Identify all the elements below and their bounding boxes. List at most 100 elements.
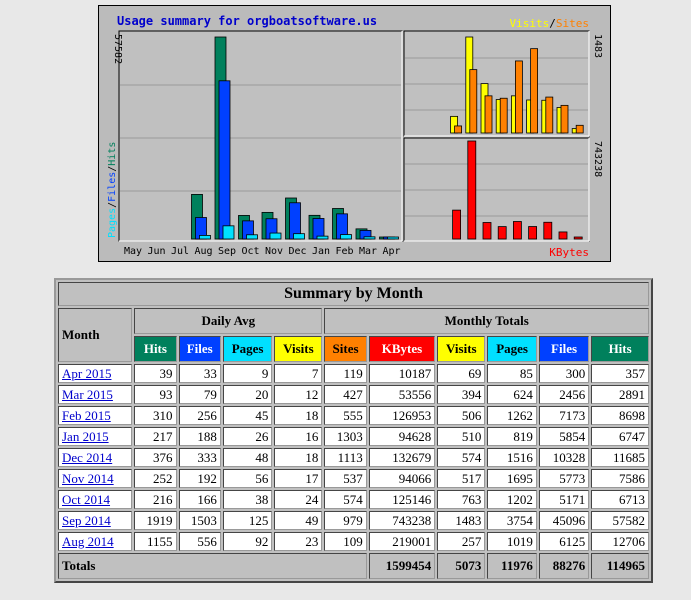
- table-cell: 12: [274, 385, 323, 404]
- table-row: Jan 2015 217 188 26 16 1303 94628 510 819 5854 674…: [58, 427, 649, 446]
- main-panel: [118, 30, 403, 242]
- monthly-col-kbytes: KBytes: [368, 336, 436, 362]
- table-cell: 574: [437, 448, 486, 467]
- month-link[interactable]: Sep 2014: [62, 513, 111, 528]
- table-cell: 7586: [591, 469, 649, 488]
- table-cell: 556: [178, 532, 221, 551]
- legend-sites: Sites: [556, 17, 589, 30]
- left-axis-label-part: Hits: [107, 142, 118, 166]
- table-cell: 1503: [178, 511, 221, 530]
- sites-bar: [514, 60, 523, 134]
- month-link[interactable]: Mar 2015: [62, 387, 113, 402]
- table-cell: 3754: [487, 511, 537, 530]
- table-cell: 119: [324, 364, 367, 383]
- kbytes-bar: [512, 221, 522, 240]
- kbytes-legend: KBytes: [549, 246, 589, 259]
- table-cell: 94628: [368, 427, 436, 446]
- table-cell: 45: [222, 406, 273, 425]
- table-cell: 69: [437, 364, 486, 383]
- table-cell: 574: [324, 490, 367, 509]
- month-cell: Mar 2015: [58, 385, 133, 404]
- table-cell: 2891: [591, 385, 649, 404]
- totals-cell: 1599454: [368, 553, 436, 579]
- month-tick-label: Aug: [194, 246, 212, 257]
- table-row: Oct 2014 216 166 38 24 574 125146 763 1202 5171 67…: [58, 490, 649, 509]
- month-cell: Feb 2015: [58, 406, 133, 425]
- month-link[interactable]: Aug 2014: [62, 534, 114, 549]
- table-cell: 6125: [538, 532, 590, 551]
- table-cell: 517: [437, 469, 486, 488]
- monthly-totals-header: Monthly Totals: [324, 308, 649, 334]
- table-cell: 555: [324, 406, 367, 425]
- table-cell: 39: [134, 364, 177, 383]
- sites-bar: [469, 69, 478, 134]
- totals-row: Totals 1599454 5073 11976 88276 114965: [58, 553, 649, 579]
- totals-cell: 11976: [487, 553, 537, 579]
- table-cell: 252: [134, 469, 177, 488]
- sites-bar: [575, 124, 584, 134]
- monthly-col-hits: Hits: [591, 336, 649, 362]
- table-cell: 26: [222, 427, 273, 446]
- table-cell: 217: [134, 427, 177, 446]
- usage-graph-svg: Usage summary for orgboatsoftware.us Visi…: [107, 14, 603, 259]
- month-tick-label: Jan: [312, 246, 330, 257]
- month-cell: Dec 2014: [58, 448, 133, 467]
- kbytes-bar: [543, 221, 553, 240]
- files-bar: [218, 80, 231, 240]
- pages-bar: [316, 235, 329, 240]
- month-link[interactable]: Feb 2015: [62, 408, 111, 423]
- month-cell: Oct 2014: [58, 490, 133, 509]
- table-cell: 33: [178, 364, 221, 383]
- legend-visits: Visits: [510, 17, 550, 30]
- kbytes-bar: [452, 209, 462, 240]
- table-cell: 624: [487, 385, 537, 404]
- table-cell: 7173: [538, 406, 590, 425]
- table-cell: 819: [487, 427, 537, 446]
- kbytes-bar: [482, 222, 492, 240]
- pages-bar: [269, 232, 282, 240]
- table-cell: 93: [134, 385, 177, 404]
- month-link[interactable]: Apr 2015: [62, 366, 111, 381]
- kbytes-bar: [467, 140, 477, 240]
- table-cell: 5854: [538, 427, 590, 446]
- table-cell: 125: [222, 511, 273, 530]
- pages-bar: [293, 233, 305, 240]
- table-cell: 743238: [368, 511, 436, 530]
- table-row: Aug 2014 1155 556 92 23 109 219001 257 1019 6125 1…: [58, 532, 649, 551]
- table-cell: 94066: [368, 469, 436, 488]
- monthly-col-files: Files: [538, 336, 590, 362]
- table-cell: 357: [591, 364, 649, 383]
- table-cell: 18: [274, 448, 323, 467]
- month-tick-label: Apr: [382, 246, 400, 257]
- table-cell: 6747: [591, 427, 649, 446]
- sites-bar: [499, 97, 508, 134]
- month-tick-label: Feb: [335, 246, 353, 257]
- month-link[interactable]: Oct 2014: [62, 492, 110, 507]
- table-row: Nov 2014 252 192 56 17 537 94066 517 1695 5773 758…: [58, 469, 649, 488]
- month-link[interactable]: Dec 2014: [62, 450, 112, 465]
- table-row: Mar 2015 93 79 20 12 427 53556 394 624 2456 2891: [58, 385, 649, 404]
- table-cell: 219001: [368, 532, 436, 551]
- table-cell: 427: [324, 385, 367, 404]
- month-link[interactable]: Jan 2015: [62, 429, 109, 444]
- table-cell: 38: [222, 490, 273, 509]
- month-link[interactable]: Nov 2014: [62, 471, 114, 486]
- table-cell: 394: [437, 385, 486, 404]
- table-cell: 257: [437, 532, 486, 551]
- pages-bar: [199, 235, 211, 240]
- daily-col-hits: Hits: [134, 336, 177, 362]
- month-cell: Apr 2015: [58, 364, 133, 383]
- left-axis-label-part: Files: [107, 172, 118, 202]
- table-cell: 979: [324, 511, 367, 530]
- pages-bar: [387, 236, 399, 240]
- table-cell: 1202: [487, 490, 537, 509]
- table-cell: 17: [274, 469, 323, 488]
- daily-col-visits: Visits: [274, 336, 323, 362]
- table-cell: 1155: [134, 532, 177, 551]
- daily-avg-header: Daily Avg: [134, 308, 323, 334]
- table-cell: 256: [178, 406, 221, 425]
- table-cell: 9: [222, 364, 273, 383]
- visits-axis-max: 1483: [592, 34, 603, 58]
- table-cell: 53556: [368, 385, 436, 404]
- table-cell: 126953: [368, 406, 436, 425]
